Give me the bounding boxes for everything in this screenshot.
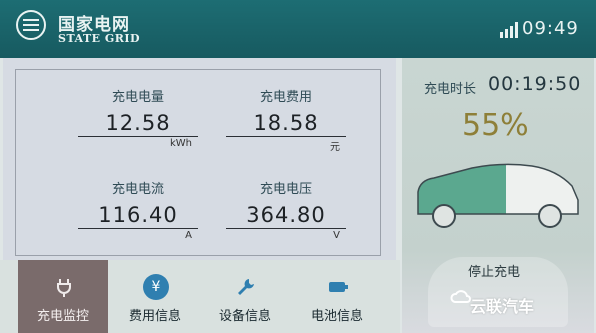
metric-energy: 充电电量 12.58 kWh	[78, 86, 198, 149]
metric-value: 12.58	[78, 111, 198, 137]
charge-percent: 55%	[462, 108, 529, 143]
tab-battery-info[interactable]: 电池信息	[292, 260, 382, 333]
bottom-nav: 充电监控 ¥ 费用信息 设备信息 电池信息	[0, 260, 400, 333]
signal-icon	[500, 22, 518, 38]
metric-current: 充电电流 116.40 A	[78, 178, 198, 241]
metric-cost: 充电费用 18.58 元	[226, 86, 346, 153]
state-grid-logo-icon	[16, 10, 46, 40]
metric-unit: A	[185, 230, 192, 241]
metric-value: 116.40	[78, 203, 198, 229]
metric-unit: V	[333, 230, 340, 241]
monitor-panel: 充电电量 12.58 kWh 充电费用 18.58 元 充电电流 116.40 …	[3, 58, 396, 260]
tab-device-info[interactable]: 设备信息	[200, 260, 290, 333]
stop-area: 停止充电	[402, 251, 594, 333]
metric-label: 充电费用	[259, 90, 312, 105]
stop-charging-label: 停止充电	[468, 265, 521, 280]
tab-cost-info[interactable]: ¥ 费用信息	[110, 260, 200, 333]
brand-name-en: STATE GRID	[58, 32, 141, 45]
yen-icon: ¥	[143, 274, 169, 300]
tab-label: 电池信息	[310, 309, 363, 324]
plug-icon	[51, 274, 77, 300]
wrench-icon	[233, 274, 259, 300]
car-battery-icon	[417, 163, 579, 228]
metric-value: 18.58	[226, 111, 346, 137]
battery-icon	[325, 274, 351, 300]
charge-time-value: 00:19:50	[488, 73, 582, 95]
metric-voltage: 充电电压 364.80 V	[226, 178, 346, 241]
clock: 09:49	[522, 18, 579, 39]
tab-charging-monitor[interactable]: 充电监控	[18, 260, 108, 333]
metric-unit: 元	[330, 142, 340, 153]
metric-label: 充电电量	[111, 90, 164, 105]
metric-unit: kWh	[169, 138, 192, 149]
metric-value: 364.80	[226, 203, 346, 229]
metric-label: 充电电流	[111, 182, 164, 197]
tab-label: 设备信息	[218, 309, 271, 324]
charge-time-label: 充电时长	[424, 82, 477, 97]
top-bar: 国家电网 STATE GRID 09:49	[0, 0, 596, 58]
tab-label: 费用信息	[128, 309, 181, 324]
watermark: 云联汽车	[470, 297, 535, 316]
battery-fill	[418, 164, 506, 214]
charge-status-panel: 充电时长 00:19:50 55% 停止充电	[402, 58, 594, 333]
tab-label: 充电监控	[36, 309, 89, 324]
metric-label: 充电电压	[259, 182, 312, 197]
cloud-logo-icon	[450, 290, 471, 303]
metrics-box: 充电电量 12.58 kWh 充电费用 18.58 元 充电电流 116.40 …	[15, 69, 381, 256]
